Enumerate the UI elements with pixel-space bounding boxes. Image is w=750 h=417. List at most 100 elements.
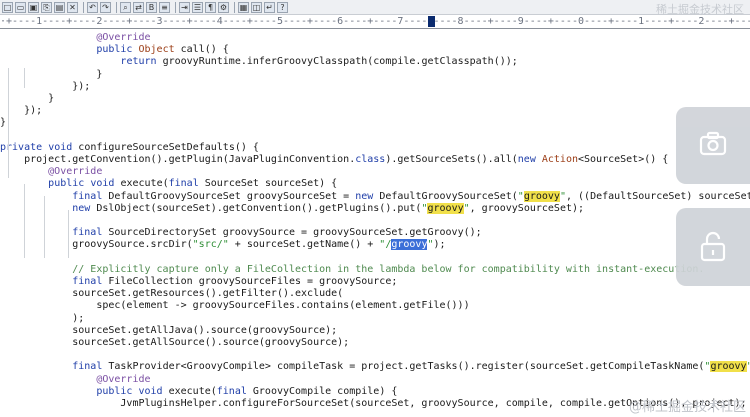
code-token: , groovySourceSet); [469, 202, 585, 214]
undo-icon[interactable]: ↶ [87, 1, 98, 13]
code-token: SourceSet sourceSet) { [198, 178, 338, 190]
code-token: groovyRuntime.inferGroovyClasspath(compi… [156, 56, 518, 68]
code-token: // Explicitly capture only a FileCollect… [0, 263, 705, 275]
code-line: groovySource.srcDir("src/" + sourceSet.g… [0, 239, 446, 251]
paste-icon[interactable]: ▤ [54, 1, 65, 13]
code-line: final SourceDirectorySet groovySource = … [0, 227, 482, 239]
copy-icon[interactable]: ⎘ [41, 1, 52, 13]
search-highlight: groovy [523, 190, 560, 202]
code-line: spec(element -> groovySourceFiles.contai… [0, 300, 469, 312]
code-token: final [216, 385, 247, 397]
code-token: groovySource.srcDir( [0, 239, 193, 251]
code-token: DslObject(sourceSet).getConvention().get… [90, 202, 422, 214]
code-token: public [96, 44, 133, 56]
toolbar-separator [175, 1, 176, 13]
code-token: } [0, 117, 7, 129]
column-ruler: ·+----1----+----2----+----3----+----4---… [0, 15, 750, 29]
code-line: final DefaultGroovySourceSet groovySourc… [0, 190, 750, 203]
wrap-icon[interactable]: ↵ [264, 1, 275, 13]
close-icon[interactable]: ✕ [67, 1, 78, 13]
code-token: configureSourceSetDefaults() { [72, 141, 259, 153]
unlock-button[interactable] [676, 208, 750, 286]
view-icon[interactable]: ▦ [238, 1, 249, 13]
code-token: , ((DefaultSourceSet) sourceSet) [565, 190, 750, 202]
editor-toolbar: □ ▭ ▣ ⎘ ▤ ✕ ↶ ↷ ⌕ ⇄ B ≡ ⇥ ☰ ¶ ⚙ ▦ ◫ ↵? [0, 0, 750, 15]
code-token: ); [433, 239, 446, 251]
code-token: "/ [379, 239, 392, 251]
indent-guide [24, 68, 25, 88]
split-icon[interactable]: ◫ [251, 1, 262, 13]
text-selection: groovy [391, 239, 428, 251]
find-icon[interactable]: ⌕ [120, 1, 131, 13]
list-icon[interactable]: ☰ [192, 1, 203, 13]
code-token: sourceSet.getResources().getFilter().exc… [0, 288, 344, 300]
screenshot-button[interactable] [676, 107, 750, 184]
code-token: public [96, 385, 133, 397]
code-token: + sourceSet.getName() + [228, 239, 380, 251]
align-icon[interactable]: ≡ [159, 1, 170, 13]
toolbar-separator [83, 1, 84, 13]
help-icon[interactable]: ? [277, 1, 288, 13]
code-token: FileCollection groovySourceFiles = groov… [102, 276, 398, 287]
code-token: Object [138, 44, 175, 56]
code-line: return groovyRuntime.inferGroovyClasspat… [0, 56, 518, 68]
indent-icon[interactable]: ⇥ [179, 1, 190, 13]
open-icon[interactable]: ▭ [15, 1, 26, 13]
code-token: ); [0, 312, 85, 324]
code-line: @Override [0, 374, 150, 386]
code-token: @Override [0, 32, 151, 43]
code-token: ).getSourceSets().all( [385, 154, 518, 165]
code-token: DefaultGroovySourceSet( [373, 190, 518, 202]
code-token: new [517, 154, 536, 165]
code-line: }); [0, 81, 90, 93]
code-line: final FileCollection groovySourceFiles =… [0, 276, 397, 288]
code-token: project.getConvention().getPlugin(JavaPl… [0, 154, 356, 165]
code-line: project.getConvention().getPlugin(JavaPl… [0, 154, 668, 166]
search-highlight: groovy [427, 202, 464, 214]
indent-guide [24, 184, 25, 258]
code-line: }); [0, 105, 42, 117]
code-line: } [0, 69, 102, 81]
code-token: }); [0, 105, 43, 117]
code-line: sourceSet.getAllSource().source(groovySo… [0, 337, 349, 349]
format-icon[interactable]: ¶ [205, 1, 216, 13]
code-token: new [72, 202, 91, 214]
code-token: final [168, 178, 199, 190]
code-line: } [0, 117, 6, 129]
code-token: @Override [0, 166, 103, 178]
code-line: public Object call() { [0, 44, 228, 56]
search-highlight: groovy [710, 361, 747, 373]
code-token: return [120, 56, 157, 68]
code-token: }); [0, 80, 91, 92]
code-token: public [48, 178, 85, 190]
code-token: execute( [162, 385, 217, 397]
indent-guide [44, 196, 45, 258]
footer-watermark: @稀土掘金技术社区 [628, 400, 746, 415]
new-icon[interactable]: □ [2, 1, 13, 13]
code-token: SourceDirectorySet groovySource = groovy… [102, 227, 482, 239]
replace-icon[interactable]: ⇄ [133, 1, 144, 13]
code-editor[interactable]: @Override public Object call() { return … [0, 28, 750, 417]
bold-icon[interactable]: B [146, 1, 157, 13]
code-line: final TaskProvider<GroovyCompile> compil… [0, 361, 750, 373]
toolbar-separator [234, 1, 235, 13]
settings-icon[interactable]: ⚙ [218, 1, 229, 13]
code-token: } [0, 68, 103, 80]
code-token: <SourceSet>() { [578, 154, 669, 165]
indent-guide [8, 68, 9, 178]
save-icon[interactable]: ▣ [28, 1, 39, 13]
code-token: GroovyCompile compile) { [246, 385, 398, 397]
code-line: private void configureSourceSetDefaults(… [0, 142, 259, 154]
code-token: DefaultGroovySourceSet groovySourceSet = [102, 190, 356, 202]
code-token: final [72, 227, 103, 239]
redo-icon[interactable]: ↷ [100, 1, 111, 13]
code-token: class [355, 154, 386, 165]
code-token: void [138, 385, 163, 397]
code-token: final [72, 276, 103, 287]
